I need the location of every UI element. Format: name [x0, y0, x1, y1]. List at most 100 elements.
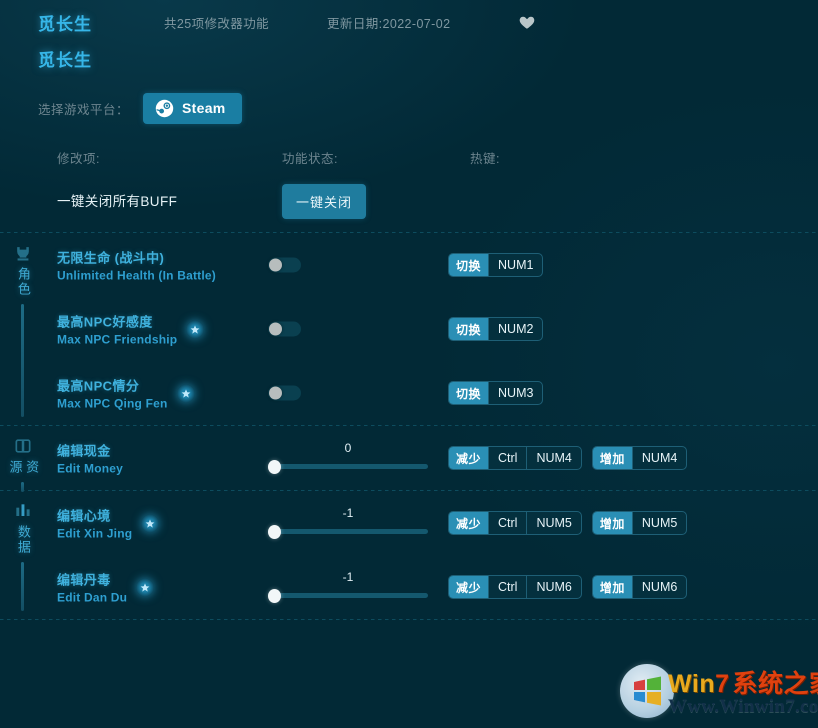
game-title-secondary: 觅长生	[38, 51, 92, 70]
hotkey-key[interactable]: NUM6	[631, 576, 686, 598]
slider-knob[interactable]	[268, 460, 281, 474]
windows-logo-icon	[620, 664, 674, 718]
slider-value: 0	[344, 441, 352, 455]
hotkey-action-label[interactable]: 增加	[592, 512, 632, 534]
modifier-name-block: 编辑现金 Edit Money	[57, 441, 123, 476]
hotkey-action-label[interactable]: 切换	[449, 254, 489, 276]
modifier-slider[interactable]: -1	[268, 506, 428, 540]
hotkey-key[interactable]: NUM5	[631, 512, 686, 534]
hotkey-key[interactable]: NUM2	[488, 318, 542, 340]
hotkey-group[interactable]: 切换 NUM1	[448, 253, 544, 277]
modifier-row: 编辑心境 Edit Xin Jing -1 减少 Ctrl NUM5 增加 NUM5	[0, 491, 818, 555]
modifier-name-block: 编辑丹毒 Edit Dan Du	[57, 570, 155, 605]
hotkey-group[interactable]: 增加 NUM6	[591, 575, 688, 599]
hotkey-action-label[interactable]: 增加	[592, 576, 632, 598]
modifier-row: 无限生命 (战斗中) Unlimited Health (In Battle) 切换…	[0, 233, 818, 297]
game-title: 觅长生	[38, 14, 92, 34]
modifier-name-stack: 编辑现金 Edit Money	[57, 441, 123, 476]
slider-track[interactable]	[268, 593, 428, 598]
modifier-name-cn: 无限生命 (战斗中)	[57, 250, 165, 266]
modifier-name-stack: 编辑心境 Edit Xin Jing	[57, 506, 132, 541]
hotkey-action-label[interactable]: 切换	[449, 318, 489, 340]
hotkey-group[interactable]: 切换 NUM2	[448, 317, 544, 341]
one-key-disable-label: 一键关闭所有BUFF	[57, 194, 178, 209]
platform-steam-label: Steam	[182, 100, 226, 116]
column-headers: 修改项: 功能状态: 热键:	[0, 142, 818, 176]
modifier-name-block: 编辑心境 Edit Xin Jing	[57, 506, 160, 541]
modifier-name-stack: 编辑丹毒 Edit Dan Du	[57, 570, 127, 605]
modifier-name-stack: 无限生命 (战斗中) Unlimited Health (In Battle)	[57, 248, 216, 283]
hotkey-action-label[interactable]: 减少	[449, 512, 489, 534]
hotkey-key[interactable]: NUM4	[631, 447, 686, 469]
hotkey-action-label[interactable]: 减少	[449, 447, 489, 469]
watermark-brand-win: Win	[668, 670, 716, 698]
section-rows: 编辑心境 Edit Xin Jing -1 减少 Ctrl NUM5 增加 NUM5 编辑丹毒 E…	[0, 491, 818, 619]
toggle-knob	[269, 386, 282, 400]
modifier-toggle[interactable]	[268, 321, 301, 337]
hotkey-key[interactable]: NUM1	[488, 254, 542, 276]
hotkey-group[interactable]: 减少 Ctrl NUM5	[448, 511, 582, 535]
modifier-name-en: Edit Xin Jing	[57, 526, 133, 541]
hotkey-group[interactable]: 减少 Ctrl NUM4	[448, 446, 582, 470]
one-key-disable-row: 一键关闭所有BUFF 一键关闭	[0, 176, 818, 232]
hotkey-action-label[interactable]: 增加	[592, 447, 632, 469]
hotkey-key[interactable]: Ctrl	[488, 576, 526, 598]
steam-icon	[155, 99, 174, 118]
hotkey-group[interactable]: 切换 NUM3	[448, 381, 544, 405]
slider-track[interactable]	[268, 464, 428, 469]
watermark-url: Www.Winwin7.com	[668, 696, 818, 717]
heart-icon[interactable]	[518, 13, 536, 31]
hotkey-group-container: 减少 Ctrl NUM6 增加 NUM6	[448, 575, 688, 599]
modifier-name-cn: 编辑丹毒	[57, 572, 111, 588]
modifier-name-en: Edit Money	[57, 461, 124, 476]
modifier-name-block: 最高NPC好感度 Max NPC Friendship	[57, 312, 205, 347]
modifier-toggle[interactable]	[268, 385, 301, 401]
star-icon	[176, 384, 195, 402]
section-rows: 编辑现金 Edit Money 0 减少 Ctrl NUM4 增加 NUM4	[0, 426, 818, 490]
hotkey-group-container: 减少 Ctrl NUM5 增加 NUM5	[448, 511, 688, 535]
modifier-app-window: 觅长生 共25项修改器功能 更新日期:2022-07-02 觅长生 选择游戏平台…	[0, 0, 818, 728]
section-3: 数据 编辑心境 Edit Xin Jing -1 减少 Ctrl NUM5 增加 NUM5 编辑丹…	[0, 491, 818, 619]
hotkey-group[interactable]: 增加 NUM4	[591, 446, 688, 470]
modifier-toggle[interactable]	[268, 257, 301, 273]
column-header-status: 功能状态:	[282, 152, 338, 166]
section-2: 资源 编辑现金 Edit Money 0 减少 Ctrl NUM4 增加 NUM4	[0, 426, 818, 492]
site-watermark: Win7系统之家 Www.Winwin7.com	[616, 656, 818, 726]
slider-value: -1	[342, 506, 354, 520]
hotkey-action-label[interactable]: 减少	[449, 576, 489, 598]
feature-count-label: 共25项修改器功能	[164, 16, 270, 31]
section-rows: 无限生命 (战斗中) Unlimited Health (In Battle) 切换…	[0, 233, 818, 425]
modifier-row: 最高NPC情分 Max NPC Qing Fen 切换 NUM3	[0, 361, 818, 425]
watermark-brand-seven: 7	[715, 670, 730, 698]
hotkey-key[interactable]: Ctrl	[488, 447, 526, 469]
hotkey-key[interactable]: Ctrl	[488, 512, 526, 534]
hotkey-group[interactable]: 减少 Ctrl NUM6	[448, 575, 582, 599]
hotkey-group[interactable]: 增加 NUM5	[591, 511, 688, 535]
hotkey-key[interactable]: NUM4	[526, 447, 580, 469]
platform-steam-button[interactable]: Steam	[143, 92, 242, 124]
header-top-row: 觅长生 共25项修改器功能 更新日期:2022-07-02	[38, 8, 818, 36]
hotkey-action-label[interactable]: 切换	[449, 382, 489, 404]
modifier-name-cn: 最高NPC情分	[57, 378, 140, 394]
modifier-name-block: 无限生命 (战斗中) Unlimited Health (In Battle)	[57, 248, 216, 283]
modifier-name-stack: 最高NPC情分 Max NPC Qing Fen	[57, 376, 168, 411]
slider-track[interactable]	[268, 529, 428, 534]
star-icon	[136, 578, 155, 596]
column-header-hotkey: 热键:	[470, 152, 500, 166]
modifier-row: 编辑现金 Edit Money 0 减少 Ctrl NUM4 增加 NUM4	[0, 426, 818, 490]
hotkey-key[interactable]: NUM5	[526, 512, 580, 534]
star-icon	[186, 320, 205, 338]
hotkey-key[interactable]: NUM6	[526, 576, 580, 598]
slider-knob[interactable]	[268, 589, 281, 603]
hotkey-key[interactable]: NUM3	[488, 382, 542, 404]
modifier-name-en: Max NPC Friendship	[57, 332, 178, 347]
modifier-slider[interactable]: 0	[268, 441, 428, 475]
section-divider	[0, 619, 818, 620]
one-key-disable-button[interactable]: 一键关闭	[282, 184, 367, 219]
modifier-name-cn: 最高NPC好感度	[57, 314, 153, 330]
toggle-knob	[269, 258, 282, 272]
app-header: 觅长生 共25项修改器功能 更新日期:2022-07-02 觅长生	[0, 0, 818, 76]
watermark-brand: Win7系统之家	[668, 664, 818, 700]
slider-knob[interactable]	[268, 525, 281, 539]
modifier-slider[interactable]: -1	[268, 570, 428, 604]
